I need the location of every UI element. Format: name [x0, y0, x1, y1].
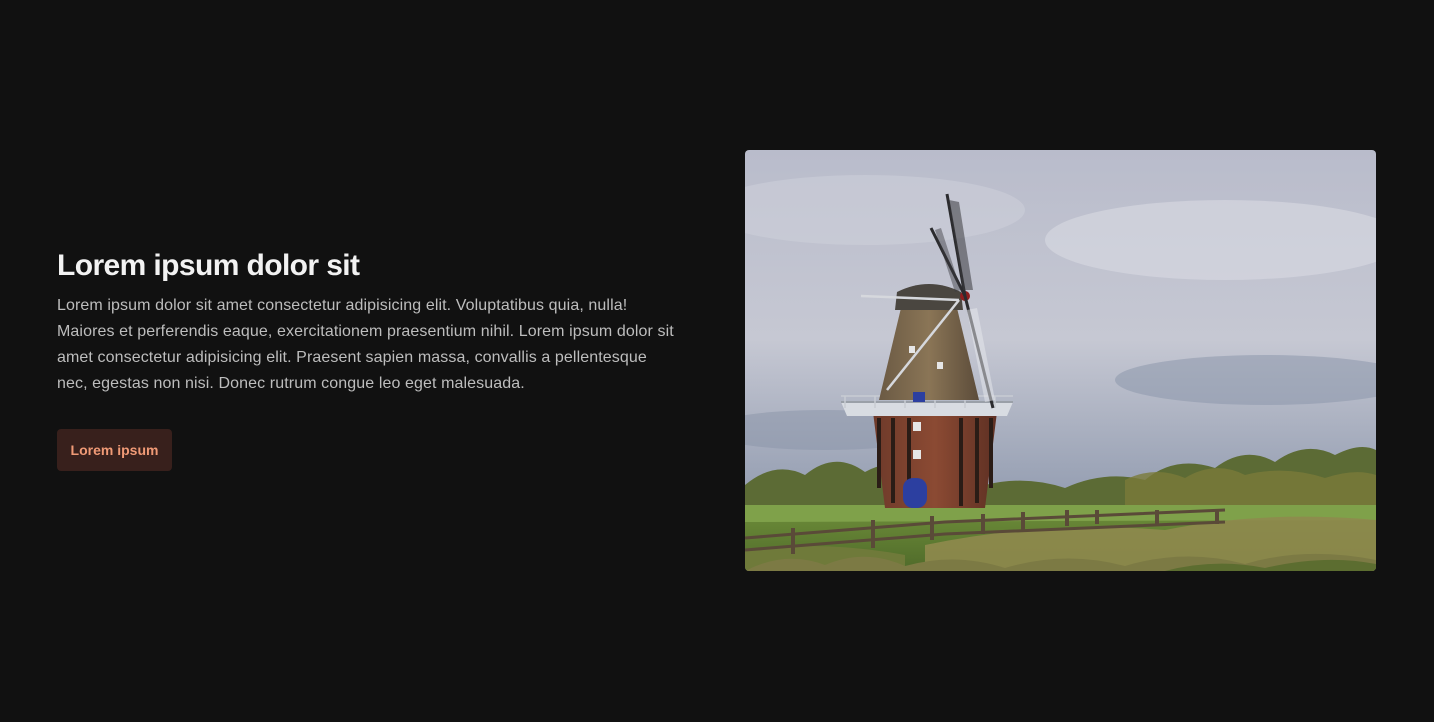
hero-text: Lorem ipsum dolor sit Lorem ipsum dolor … — [57, 246, 677, 397]
cta-button[interactable]: Lorem ipsum — [57, 429, 172, 471]
hero-section: Lorem ipsum dolor sit Lorem ipsum dolor … — [0, 0, 1434, 722]
windmill-illustration — [745, 150, 1376, 571]
windmill-photo — [745, 150, 1376, 571]
hero-description: Lorem ipsum dolor sit amet consectetur a… — [57, 297, 674, 392]
hero-title: Lorem ipsum dolor sit — [57, 249, 360, 282]
